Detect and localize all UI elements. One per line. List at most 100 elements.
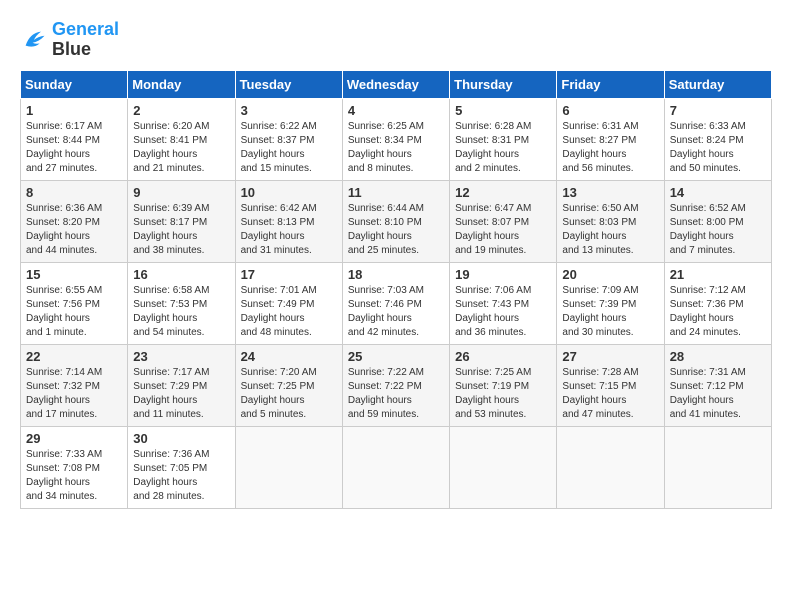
calendar-cell: 12Sunrise: 6:47 AMSunset: 8:07 PMDayligh… [450,180,557,262]
day-info: Sunrise: 7:33 AMSunset: 7:08 PMDaylight … [26,448,122,504]
calendar-cell: 3 Sunrise: 6:22 AMSunset: 8:37 PMDaylight… [235,98,342,180]
day-number: 3 [241,103,337,118]
day-number: 1 [26,103,122,118]
day-number: 30 [133,431,229,446]
day-number: 22 [26,349,122,364]
calendar-cell: 2 Sunrise: 6:20 AMSunset: 8:41 PMDaylight… [128,98,235,180]
calendar-cell [235,426,342,508]
day-number: 24 [241,349,337,364]
calendar-table: SundayMondayTuesdayWednesdayThursdayFrid… [20,70,772,509]
page-header: General Blue [20,20,772,60]
day-number: 20 [562,267,658,282]
calendar-cell: 30 Sunrise: 7:36 AMSunset: 7:05 PMDayligh… [128,426,235,508]
day-number: 4 [348,103,444,118]
day-number: 9 [133,185,229,200]
day-of-week-header: Sunday [21,70,128,98]
calendar-week-row: 29 Sunrise: 7:33 AMSunset: 7:08 PMDayligh… [21,426,772,508]
day-of-week-header: Thursday [450,70,557,98]
calendar-cell: 23 Sunrise: 7:17 AMSunset: 7:29 PMDayligh… [128,344,235,426]
day-number: 14 [670,185,766,200]
day-number: 25 [348,349,444,364]
calendar-cell: 16 Sunrise: 6:58 AMSunset: 7:53 PMDayligh… [128,262,235,344]
day-number: 10 [241,185,337,200]
day-number: 21 [670,267,766,282]
day-info: Sunrise: 6:58 AMSunset: 7:53 PMDaylight … [133,284,229,340]
calendar-cell: 17 Sunrise: 7:01 AMSunset: 7:49 PMDayligh… [235,262,342,344]
calendar-cell: 29 Sunrise: 7:33 AMSunset: 7:08 PMDayligh… [21,426,128,508]
calendar-cell: 28 Sunrise: 7:31 AMSunset: 7:12 PMDayligh… [664,344,771,426]
day-info: Sunrise: 6:39 AMSunset: 8:17 PMDaylight … [133,202,229,258]
calendar-cell: 7Sunrise: 6:33 AMSunset: 8:24 PMDaylight… [664,98,771,180]
day-number: 6 [562,103,658,118]
day-info: Sunrise: 7:22 AMSunset: 7:22 PMDaylight … [348,366,444,422]
day-of-week-header: Wednesday [342,70,449,98]
day-info: Sunrise: 7:17 AMSunset: 7:29 PMDaylight … [133,366,229,422]
day-info: Sunrise: 7:09 AMSunset: 7:39 PMDaylight … [562,284,658,340]
day-number: 27 [562,349,658,364]
day-number: 19 [455,267,551,282]
day-number: 29 [26,431,122,446]
calendar-cell: 5Sunrise: 6:28 AMSunset: 8:31 PMDaylight… [450,98,557,180]
calendar-cell: 19 Sunrise: 7:06 AMSunset: 7:43 PMDayligh… [450,262,557,344]
day-info: Sunrise: 7:14 AMSunset: 7:32 PMDaylight … [26,366,122,422]
calendar-cell: 24 Sunrise: 7:20 AMSunset: 7:25 PMDayligh… [235,344,342,426]
day-info: Sunrise: 6:33 AMSunset: 8:24 PMDaylight … [670,120,766,176]
day-of-week-header: Friday [557,70,664,98]
day-info: Sunrise: 6:22 AMSunset: 8:37 PMDaylight … [241,120,337,176]
day-info: Sunrise: 6:44 AMSunset: 8:10 PMDaylight … [348,202,444,258]
calendar-cell: 4 Sunrise: 6:25 AMSunset: 8:34 PMDaylight… [342,98,449,180]
day-of-week-header: Monday [128,70,235,98]
day-number: 13 [562,185,658,200]
calendar-week-row: 15 Sunrise: 6:55 AMSunset: 7:56 PMDayligh… [21,262,772,344]
calendar-cell: 20 Sunrise: 7:09 AMSunset: 7:39 PMDayligh… [557,262,664,344]
day-number: 11 [348,185,444,200]
day-number: 2 [133,103,229,118]
day-number: 15 [26,267,122,282]
day-info: Sunrise: 6:55 AMSunset: 7:56 PMDaylight … [26,284,122,340]
day-number: 18 [348,267,444,282]
day-info: Sunrise: 7:25 AMSunset: 7:19 PMDaylight … [455,366,551,422]
calendar-cell: 13 Sunrise: 6:50 AMSunset: 8:03 PMDayligh… [557,180,664,262]
day-of-week-header: Saturday [664,70,771,98]
day-info: Sunrise: 6:50 AMSunset: 8:03 PMDaylight … [562,202,658,258]
day-info: Sunrise: 6:31 AMSunset: 8:27 PMDaylight … [562,120,658,176]
day-number: 17 [241,267,337,282]
calendar-cell: 27Sunrise: 7:28 AMSunset: 7:15 PMDayligh… [557,344,664,426]
day-info: Sunrise: 7:36 AMSunset: 7:05 PMDaylight … [133,448,229,504]
calendar-week-row: 22 Sunrise: 7:14 AMSunset: 7:32 PMDayligh… [21,344,772,426]
day-info: Sunrise: 6:17 AMSunset: 8:44 PMDaylight … [26,120,122,176]
calendar-cell: 15 Sunrise: 6:55 AMSunset: 7:56 PMDayligh… [21,262,128,344]
day-info: Sunrise: 6:20 AMSunset: 8:41 PMDaylight … [133,120,229,176]
calendar-week-row: 1 Sunrise: 6:17 AMSunset: 8:44 PMDaylight… [21,98,772,180]
calendar-cell: 8Sunrise: 6:36 AMSunset: 8:20 PMDaylight… [21,180,128,262]
day-info: Sunrise: 7:12 AMSunset: 7:36 PMDaylight … [670,284,766,340]
day-number: 26 [455,349,551,364]
day-info: Sunrise: 7:01 AMSunset: 7:49 PMDaylight … [241,284,337,340]
calendar-week-row: 8Sunrise: 6:36 AMSunset: 8:20 PMDaylight… [21,180,772,262]
day-info: Sunrise: 6:25 AMSunset: 8:34 PMDaylight … [348,120,444,176]
day-number: 28 [670,349,766,364]
calendar-cell: 10Sunrise: 6:42 AMSunset: 8:13 PMDayligh… [235,180,342,262]
day-info: Sunrise: 6:36 AMSunset: 8:20 PMDaylight … [26,202,122,258]
day-number: 12 [455,185,551,200]
calendar-cell [664,426,771,508]
calendar-cell: 11 Sunrise: 6:44 AMSunset: 8:10 PMDayligh… [342,180,449,262]
logo: General Blue [20,20,119,60]
logo-text: General Blue [52,20,119,60]
calendar-cell: 6 Sunrise: 6:31 AMSunset: 8:27 PMDaylight… [557,98,664,180]
day-number: 23 [133,349,229,364]
day-info: Sunrise: 7:31 AMSunset: 7:12 PMDaylight … [670,366,766,422]
calendar-cell: 9 Sunrise: 6:39 AMSunset: 8:17 PMDaylight… [128,180,235,262]
day-info: Sunrise: 7:03 AMSunset: 7:46 PMDaylight … [348,284,444,340]
calendar-cell: 1 Sunrise: 6:17 AMSunset: 8:44 PMDaylight… [21,98,128,180]
calendar-cell: 25 Sunrise: 7:22 AMSunset: 7:22 PMDayligh… [342,344,449,426]
day-info: Sunrise: 7:20 AMSunset: 7:25 PMDaylight … [241,366,337,422]
day-number: 5 [455,103,551,118]
calendar-cell [450,426,557,508]
calendar-cell: 14Sunrise: 6:52 AMSunset: 8:00 PMDayligh… [664,180,771,262]
day-number: 16 [133,267,229,282]
day-info: Sunrise: 7:06 AMSunset: 7:43 PMDaylight … [455,284,551,340]
calendar-header-row: SundayMondayTuesdayWednesdayThursdayFrid… [21,70,772,98]
calendar-cell [557,426,664,508]
day-of-week-header: Tuesday [235,70,342,98]
